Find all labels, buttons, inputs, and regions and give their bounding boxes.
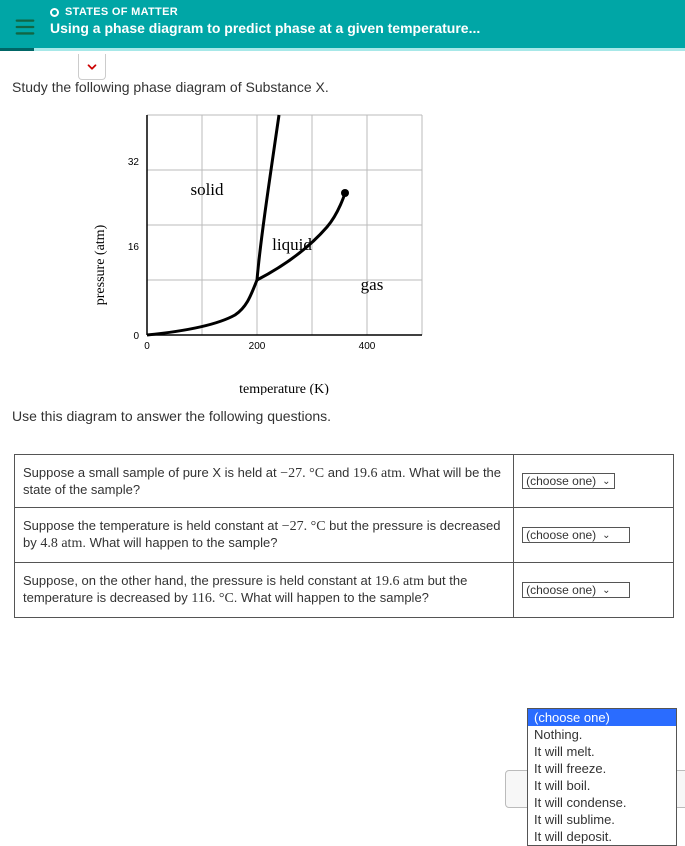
- option-choose[interactable]: (choose one): [528, 709, 676, 726]
- option-sublime[interactable]: It will sublime.: [528, 811, 676, 828]
- breadcrumb-label: STATES OF MATTER: [65, 6, 178, 18]
- intro-text: Study the following phase diagram of Sub…: [12, 79, 673, 95]
- svg-text:400: 400: [359, 341, 376, 352]
- question-2: Suppose the temperature is held constant…: [15, 508, 514, 563]
- answer-select-2[interactable]: (choose one) ⌄: [522, 527, 629, 543]
- svg-text:16: 16: [128, 242, 140, 253]
- answer-select-3-options[interactable]: (choose one) Nothing. It will melt. It w…: [527, 708, 677, 846]
- option-melt[interactable]: It will melt.: [528, 743, 676, 760]
- hamburger-icon: [14, 16, 36, 38]
- option-nothing[interactable]: Nothing.: [528, 726, 676, 743]
- svg-text:200: 200: [249, 341, 266, 352]
- region-gas: gas: [361, 275, 384, 294]
- answer-select-1[interactable]: (choose one) ⌄: [522, 473, 614, 489]
- phase-diagram: pressure (atm) temperature (K): [92, 105, 673, 398]
- question-3: Suppose, on the other hand, the pressure…: [15, 563, 514, 618]
- svg-text:0: 0: [144, 341, 150, 352]
- svg-text:0: 0: [133, 331, 139, 342]
- option-freeze[interactable]: It will freeze.: [528, 760, 676, 777]
- menu-button[interactable]: [0, 6, 50, 38]
- svg-text:32: 32: [128, 157, 140, 168]
- chevron-down-icon: [85, 60, 99, 74]
- question-1: Suppose a small sample of pure X is held…: [15, 455, 514, 508]
- chevron-down-icon: ⌄: [602, 585, 610, 596]
- region-solid: solid: [190, 180, 224, 199]
- table-row: Suppose the temperature is held constant…: [15, 508, 674, 563]
- chevron-down-icon: ⌄: [602, 476, 610, 487]
- option-boil[interactable]: It will boil.: [528, 777, 676, 794]
- table-row: Suppose, on the other hand, the pressure…: [15, 563, 674, 618]
- app-header: STATES OF MATTER Using a phase diagram t…: [0, 0, 685, 48]
- answer-select-3[interactable]: (choose one) ⌄: [522, 582, 629, 598]
- chevron-down-icon: ⌄: [602, 530, 610, 541]
- status-dot-icon: [50, 8, 59, 17]
- table-row: Suppose a small sample of pure X is held…: [15, 455, 674, 508]
- region-liquid: liquid: [272, 235, 312, 254]
- x-axis-label: temperature (K): [239, 382, 329, 395]
- breadcrumb: STATES OF MATTER: [50, 6, 685, 18]
- instruction-text: Use this diagram to answer the following…: [12, 408, 673, 424]
- progress-bar: [0, 48, 685, 51]
- question-table: Suppose a small sample of pure X is held…: [14, 454, 674, 618]
- option-condense[interactable]: It will condense.: [528, 794, 676, 811]
- option-deposit[interactable]: It will deposit.: [528, 828, 676, 845]
- page-title: Using a phase diagram to predict phase a…: [50, 20, 685, 36]
- expand-tab[interactable]: [78, 54, 106, 80]
- y-axis-label: pressure (atm): [93, 224, 108, 305]
